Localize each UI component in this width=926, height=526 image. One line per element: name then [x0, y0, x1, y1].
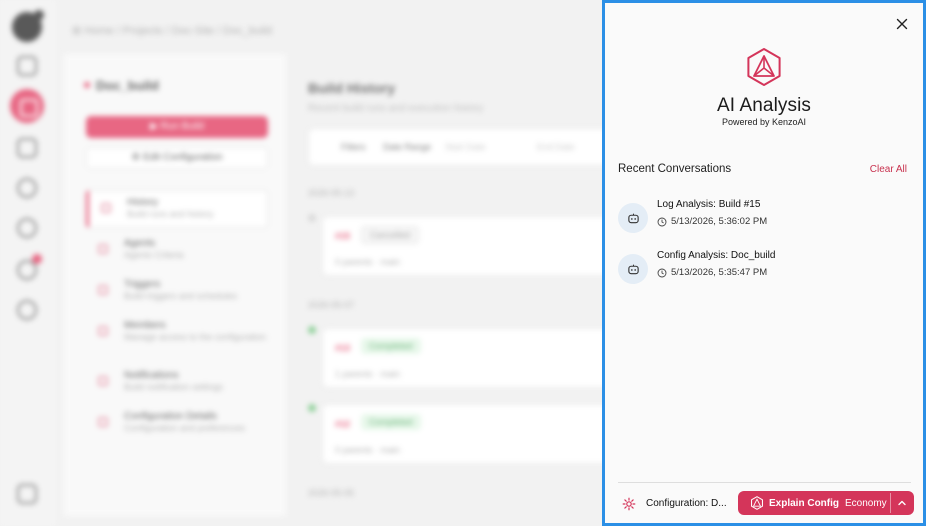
- button-separator: [890, 493, 891, 513]
- bot-avatar: [618, 203, 648, 233]
- conversation-item[interactable]: Log Analysis: Build #15 5/13/2026, 5:36:…: [618, 199, 908, 241]
- panel-header: AI Analysis Powered by KenzoAI: [605, 47, 923, 127]
- clear-all-button[interactable]: Clear All: [870, 164, 907, 175]
- conversation-title: Config Analysis: Doc_build: [657, 250, 776, 261]
- gear-icon: [622, 497, 636, 511]
- close-button[interactable]: [891, 13, 913, 35]
- conversation-timestamp: 5/13/2026, 5:36:02 PM: [657, 216, 767, 227]
- mode-label: Economy: [845, 497, 887, 509]
- ai-logo-icon: [747, 48, 781, 86]
- conversation-item[interactable]: Config Analysis: Doc_build 5/13/2026, 5:…: [618, 250, 908, 292]
- ai-logo-icon: [751, 496, 763, 510]
- recent-conversations-heading: Recent Conversations: [618, 163, 732, 175]
- panel-title: AI Analysis: [716, 95, 812, 116]
- footer-divider: [618, 482, 911, 483]
- panel-subtitle: Powered by KenzoAI: [721, 117, 807, 127]
- bot-icon: [627, 264, 639, 274]
- conversation-title: Log Analysis: Build #15: [657, 199, 761, 210]
- close-icon: [896, 18, 908, 30]
- explain-config-button[interactable]: Explain Config Economy: [738, 491, 914, 515]
- ai-analysis-panel: AI Analysis Powered by KenzoAI Recent Co…: [602, 0, 926, 526]
- bot-avatar: [618, 254, 648, 284]
- clock-icon: [657, 268, 667, 277]
- bot-icon: [627, 213, 639, 223]
- clock-icon: [657, 217, 667, 226]
- context-label: Configuration: D...: [646, 498, 727, 509]
- chevron-up-icon[interactable]: [896, 497, 908, 509]
- explain-config-label: Explain Config: [769, 497, 839, 509]
- conversation-timestamp: 5/13/2026, 5:35:47 PM: [657, 267, 767, 278]
